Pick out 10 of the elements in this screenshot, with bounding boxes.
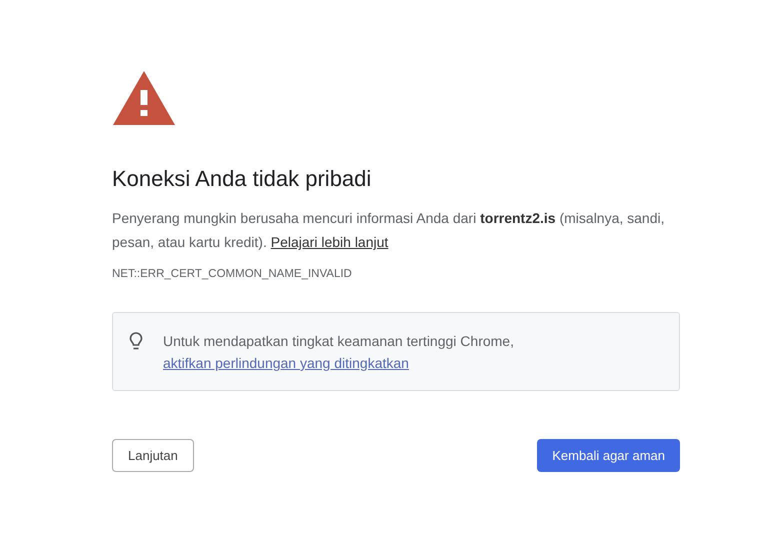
lightbulb-icon xyxy=(129,332,143,352)
page-heading: Koneksi Anda tidak pribadi xyxy=(112,166,372,192)
tip-text: Untuk mendapatkan tingkat keamanan tertinggi Chrome, aktifkan perlindungan yang ditingkatkan xyxy=(163,332,515,373)
error-code: NET::ERR_CERT_COMMON_NAME_INVALID xyxy=(112,268,353,280)
warning-message: Penyerang mungkin berusaha mencuri informasi Anda dari torrentz2.is (misalnya, sandi, pesan, atau kartu kredit). Pelajari lebih lanjut xyxy=(112,209,666,252)
warning-icon xyxy=(112,70,176,126)
learn-more-link[interactable]: Pelajari lebih lanjut xyxy=(270,234,388,250)
back-to-safety-button[interactable]: Kembali agar aman xyxy=(537,439,680,472)
enhanced-protection-link[interactable]: aktifkan perlindungan yang ditingkatkan xyxy=(163,355,409,371)
advanced-button[interactable]: Lanjutan xyxy=(112,439,194,472)
